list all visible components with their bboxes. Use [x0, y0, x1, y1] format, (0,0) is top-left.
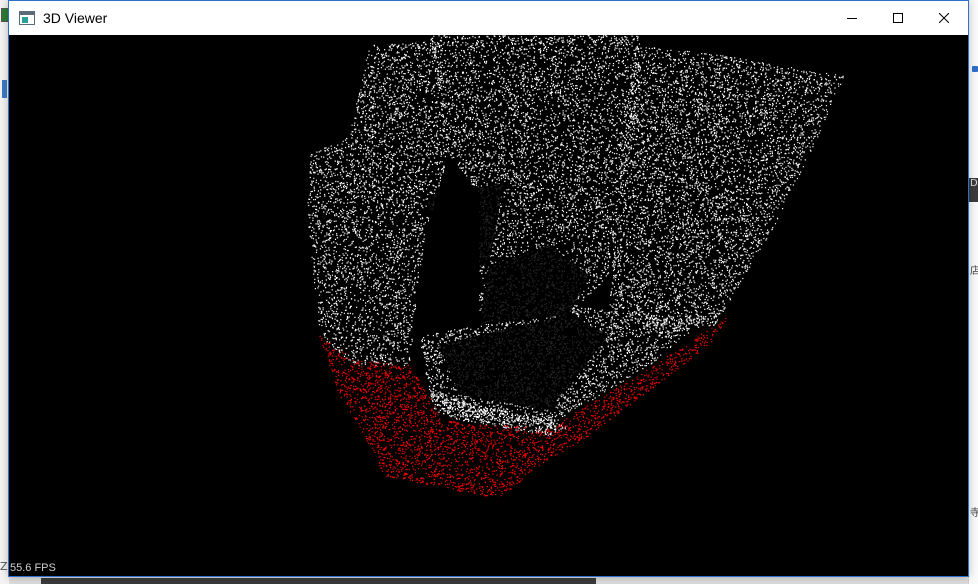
- 3d-viewport[interactable]: 55.6 FPS: [9, 35, 968, 576]
- app-icon-pane: [22, 17, 28, 23]
- background-blue-strip: [2, 80, 7, 98]
- minimize-icon: [847, 18, 857, 19]
- viewer-window: 3D Viewer 55.6 FPS: [8, 0, 969, 577]
- minimize-button[interactable]: [829, 1, 875, 35]
- close-button[interactable]: [921, 1, 967, 35]
- fps-counter: 55.6 FPS: [10, 562, 56, 574]
- point-cloud-render[interactable]: [9, 35, 968, 576]
- point-cloud-cluster: [307, 40, 450, 367]
- background-dark-bar: [41, 578, 596, 584]
- close-icon: [939, 13, 949, 23]
- background-right-glyph-2: 店: [970, 266, 978, 277]
- point-cloud-shadow: [429, 183, 504, 275]
- app-icon-bar: [20, 12, 34, 15]
- background-window-right[interactable]: D 店 寺: [968, 0, 978, 584]
- maximize-button[interactable]: [875, 1, 921, 35]
- app-window-icon[interactable]: [19, 11, 35, 25]
- window-title: 3D Viewer: [43, 10, 108, 26]
- background-right-glyph-1: D: [970, 178, 978, 189]
- background-taskbar-strip: [9, 576, 968, 584]
- background-left-glyph: Z: [0, 560, 8, 573]
- background-blue-dot: [972, 66, 978, 72]
- point-cloud-occluded-regions: [429, 183, 609, 410]
- background-right-glyph-3: 寺: [970, 508, 978, 519]
- title-bar[interactable]: 3D Viewer: [9, 1, 968, 35]
- desktop: Z D 店 寺 3D Viewer 55.6 FPS: [0, 0, 978, 584]
- point-cloud-cluster: [609, 45, 844, 336]
- maximize-icon: [893, 13, 903, 23]
